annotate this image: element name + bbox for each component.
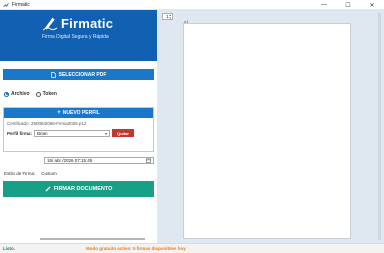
pdf-page[interactable] (183, 23, 351, 239)
source-radio-group: Archivo Token (4, 91, 63, 97)
signature-style-value[interactable]: Custom (41, 171, 57, 176)
page-number-spinner[interactable]: 1 ▴ ▾ (162, 13, 173, 20)
select-pdf-label: SELECCIONAR PDF (58, 71, 107, 78)
maximize-button[interactable]: ☐ (336, 0, 360, 10)
new-profile-label: NUEVO PERFIL (62, 110, 100, 116)
calendar-icon[interactable] (146, 158, 151, 163)
profile-dropdown[interactable]: Brian ▾ (34, 129, 111, 137)
signature-style-label: Estilo de Firma: (4, 171, 36, 176)
brand: Firmatic (42, 16, 113, 31)
radio-archivo[interactable]: Archivo (4, 91, 30, 97)
new-profile-button[interactable]: + NUEVO PERFIL (4, 108, 153, 118)
sign-document-button[interactable]: FIRMAR DOCUMENTO (3, 181, 154, 197)
profile-label: Perfil firma: (7, 130, 33, 136)
profile-selected: Brian (37, 130, 48, 136)
pen-icon (45, 186, 51, 192)
signature-style-row: Estilo de Firma: Custom (4, 171, 57, 176)
status-ready: Listo. (3, 246, 15, 251)
left-panel: Firmatic Firma Digital Segura y Rápida S… (0, 10, 157, 243)
brand-header: Firmatic Firma Digital Segura y Rápida (0, 10, 157, 61)
radio-token-indicator[interactable] (35, 91, 41, 97)
chevron-down-icon: ▾ (105, 130, 108, 136)
radio-token[interactable]: Token (35, 91, 57, 97)
window-title: Firmatic (12, 1, 30, 8)
brand-name: Firmatic (61, 16, 114, 31)
window-controls: — ☐ ✕ (312, 0, 384, 10)
date-picker[interactable]: 15/ abr /2026 07:15:45 (44, 157, 154, 164)
close-button[interactable]: ✕ (360, 0, 384, 10)
page-number: 1 (166, 14, 169, 19)
date-value: 15/ abr /2026 07:15:45 (47, 158, 93, 163)
select-pdf-button[interactable]: SELECCIONAR PDF (3, 69, 154, 80)
pdf-viewer: 1 ▴ ▾ p1 (157, 10, 384, 243)
pen-logo-icon (42, 17, 58, 31)
status-bar: Listo. Modo gratuito activo: 5 firmas di… (0, 243, 384, 253)
app-icon (3, 2, 9, 7)
minimize-button[interactable]: — (312, 0, 336, 10)
profile-row: Perfil firma: Brian ▾ Quitar (7, 129, 135, 137)
sign-document-label: FIRMAR DOCUMENTO (53, 186, 113, 192)
spinner-arrows-icon[interactable]: ▴ ▾ (169, 14, 171, 20)
document-icon (50, 71, 56, 78)
radio-archivo-label: Archivo (11, 91, 30, 97)
radio-token-label: Token (42, 91, 57, 97)
profile-box: + NUEVO PERFIL Certificado: 25006I2068-F… (3, 107, 154, 152)
remove-profile-button[interactable]: Quitar (112, 129, 135, 137)
status-free-mode: Modo gratuito activo: 5 firmas disponibl… (86, 246, 186, 251)
viewer-scrollbar[interactable] (378, 13, 381, 240)
plus-icon: + (57, 110, 61, 116)
brand-tagline: Firma Digital Segura y Rápida (42, 34, 109, 40)
radio-archivo-indicator[interactable] (4, 91, 9, 97)
certificate-label: Certificado: 25006I2068-Firma2026.p12 (7, 121, 87, 126)
title-bar: Firmatic — ☐ ✕ (0, 0, 384, 10)
left-scrollbar[interactable] (40, 238, 145, 240)
